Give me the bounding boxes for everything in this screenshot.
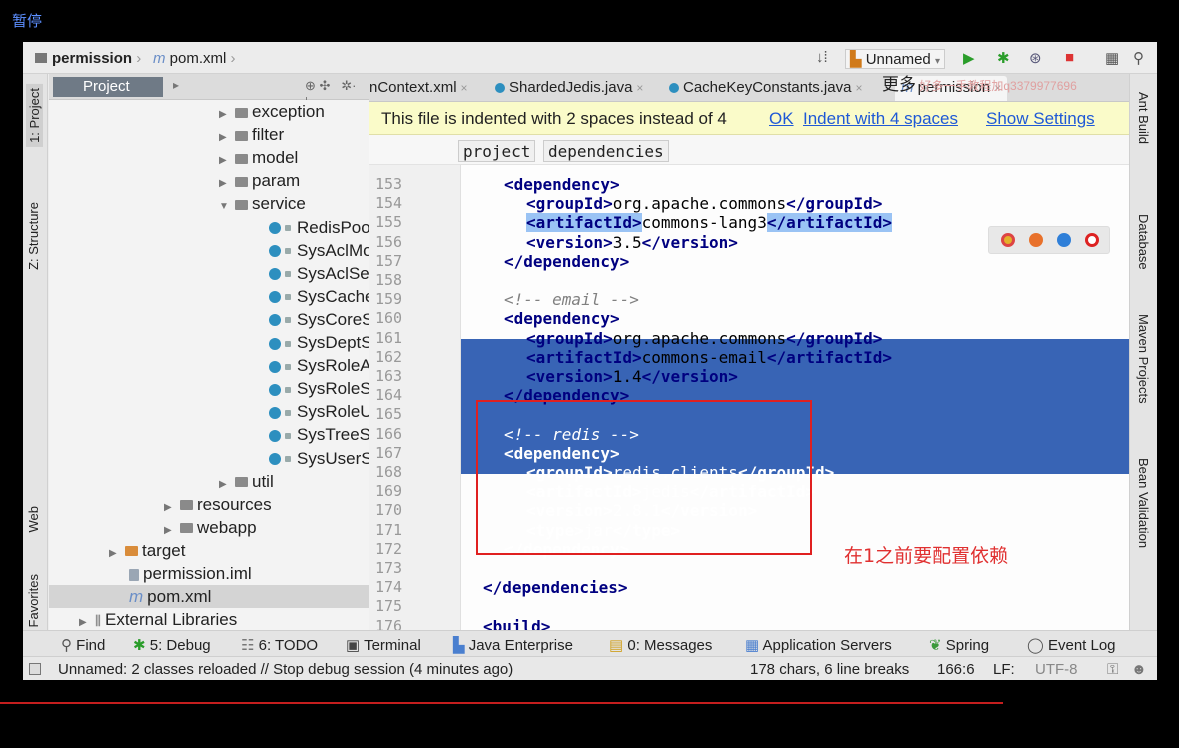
code-line[interactable]: <!-- email -->	[504, 290, 639, 309]
annotation-box	[476, 400, 812, 555]
code-line[interactable]: <version>1.4</version>	[526, 367, 738, 386]
tool-spring[interactable]: ❦ Spring	[929, 636, 989, 654]
ide-window: permission › m pom.xml › ↓⁞ ▙ Unnamed ▾ …	[23, 42, 1157, 680]
inspector-icon[interactable]: ☻	[1131, 661, 1147, 678]
pause-label[interactable]: 暂停	[12, 10, 42, 31]
video-progress-bar[interactable]	[0, 702, 1003, 704]
status-bar: Unnamed: 2 classes reloaded // Stop debu…	[23, 656, 1157, 680]
java-enterprise-icon: ▙	[453, 637, 465, 654]
line-separator[interactable]: LF:	[993, 661, 1015, 678]
opera-icon[interactable]	[1085, 233, 1099, 247]
code-line[interactable]: <dependency>	[504, 309, 620, 328]
code-text-layer: <dependency> <groupId>org.apache.commons<…	[23, 42, 1157, 680]
spring-icon: ❦	[929, 637, 942, 654]
tool-tab-bean-validation[interactable]: Bean Validation	[1136, 458, 1151, 548]
code-line[interactable]: <artifactId>commons-lang3</artifactId>	[526, 213, 893, 233]
tool-todo[interactable]: ☷ 6: TODO	[241, 636, 318, 654]
status-message[interactable]: Unnamed: 2 classes reloaded // Stop debu…	[58, 661, 513, 678]
safari-icon[interactable]	[1057, 233, 1071, 247]
file-encoding[interactable]: UTF-8	[1035, 661, 1078, 678]
code-line[interactable]: </dependencies>	[483, 578, 628, 597]
code-line[interactable]: </dependency>	[504, 252, 629, 271]
code-line[interactable]: <artifactId>commons-email</artifactId>	[526, 348, 892, 367]
tool-messages[interactable]: ▤ 0: Messages	[609, 636, 712, 654]
toggle-tool-windows-icon[interactable]	[29, 663, 41, 675]
chrome-icon[interactable]	[1001, 233, 1015, 247]
tool-tab-database[interactable]: Database	[1136, 214, 1151, 270]
todo-icon: ☷	[241, 637, 255, 654]
server-icon: ▦	[745, 637, 760, 654]
selection-info: 178 chars, 6 line breaks	[750, 661, 910, 678]
code-line[interactable]: <groupId>org.apache.commons</groupId>	[526, 194, 882, 213]
code-line[interactable]: <version>3.5</version>	[526, 233, 738, 252]
search-icon: ⚲	[61, 637, 72, 654]
watermark: 更多 好多一手教程加q3379977696	[882, 75, 1077, 94]
browser-preview-popup	[988, 226, 1110, 254]
code-line[interactable]: <dependency>	[504, 175, 620, 194]
right-tool-stripe: Ant Build Database Maven Projects Bean V…	[1129, 74, 1157, 630]
firefox-icon[interactable]	[1029, 233, 1043, 247]
terminal-icon: ▣	[346, 637, 361, 654]
tool-tab-maven[interactable]: Maven Projects	[1136, 314, 1151, 404]
tool-tab-ant-build[interactable]: Ant Build	[1136, 92, 1151, 144]
tool-debug[interactable]: ✱ 5: Debug	[133, 636, 211, 654]
messages-icon: ▤	[609, 637, 624, 654]
event-log-icon: ◯	[1027, 637, 1044, 654]
annotation-note: 在1之前要配置依赖	[844, 545, 1009, 567]
tool-java-enterprise[interactable]: ▙ Java Enterprise	[453, 636, 573, 654]
tool-find[interactable]: ⚲ Find	[61, 636, 105, 654]
lock-icon[interactable]: ⚿	[1107, 661, 1118, 678]
debug-icon: ✱	[133, 637, 146, 654]
tool-terminal[interactable]: ▣ Terminal	[346, 636, 421, 654]
caret-position[interactable]: 166:6	[937, 661, 975, 678]
tool-window-bar: ⚲ Find ✱ 5: Debug ☷ 6: TODO ▣ Terminal ▙…	[23, 630, 1157, 656]
tool-app-servers[interactable]: ▦ Application Servers	[745, 636, 892, 654]
code-line[interactable]: <groupId>org.apache.commons</groupId>	[526, 329, 882, 348]
tool-event-log[interactable]: ◯ Event Log	[1027, 636, 1116, 654]
